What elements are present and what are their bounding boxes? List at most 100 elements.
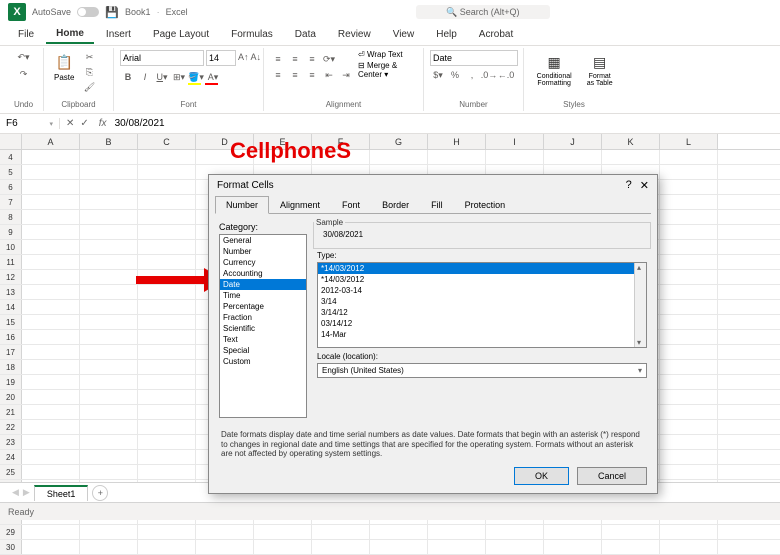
cell[interactable] bbox=[138, 450, 196, 464]
sheet-tab-sheet1[interactable]: Sheet1 bbox=[34, 485, 89, 501]
cell[interactable] bbox=[22, 180, 80, 194]
cell[interactable] bbox=[138, 180, 196, 194]
column-header[interactable]: B bbox=[80, 134, 138, 149]
dialog-tab-border[interactable]: Border bbox=[371, 196, 420, 213]
cell[interactable] bbox=[660, 330, 718, 344]
paste-button[interactable]: 📋 Paste bbox=[50, 50, 78, 84]
row-header[interactable]: 7 bbox=[0, 195, 22, 209]
wrap-text-button[interactable]: ⏎ Wrap Text bbox=[358, 50, 417, 59]
tab-acrobat[interactable]: Acrobat bbox=[469, 26, 523, 43]
cell[interactable] bbox=[22, 150, 80, 164]
cell[interactable] bbox=[138, 465, 196, 479]
cell[interactable] bbox=[22, 390, 80, 404]
save-icon[interactable]: 💾 bbox=[105, 5, 119, 19]
cell[interactable] bbox=[80, 195, 138, 209]
cell[interactable] bbox=[254, 540, 312, 554]
cell[interactable] bbox=[80, 435, 138, 449]
cell[interactable] bbox=[370, 150, 428, 164]
align-top-icon[interactable]: ≡ bbox=[270, 52, 286, 66]
type-item[interactable]: 14-Mar bbox=[318, 329, 646, 340]
cell[interactable] bbox=[22, 525, 80, 539]
row-header[interactable]: 5 bbox=[0, 165, 22, 179]
cell[interactable] bbox=[22, 165, 80, 179]
tab-file[interactable]: File bbox=[8, 26, 44, 43]
cell[interactable] bbox=[660, 540, 718, 554]
type-item[interactable]: 3/14/12 bbox=[318, 307, 646, 318]
font-size-select[interactable] bbox=[206, 50, 236, 66]
percent-icon[interactable]: % bbox=[447, 68, 463, 82]
border-icon[interactable]: ⊞▾ bbox=[171, 70, 187, 84]
sheet-nav-prev-icon[interactable]: ◀ bbox=[12, 487, 19, 498]
type-list[interactable]: *14/03/2012*14/03/20122012-03-143/143/14… bbox=[317, 262, 647, 348]
format-table-button[interactable]: ▤ Format as Table bbox=[581, 50, 618, 89]
tab-view[interactable]: View bbox=[383, 26, 425, 43]
column-header[interactable]: C bbox=[138, 134, 196, 149]
row-header[interactable]: 16 bbox=[0, 330, 22, 344]
cell[interactable] bbox=[22, 345, 80, 359]
autosave-toggle[interactable] bbox=[77, 7, 99, 17]
cell[interactable] bbox=[80, 420, 138, 434]
row-header[interactable]: 22 bbox=[0, 420, 22, 434]
row-header[interactable]: 11 bbox=[0, 255, 22, 269]
row-header[interactable]: 18 bbox=[0, 360, 22, 374]
ok-button[interactable]: OK bbox=[514, 467, 569, 485]
cell[interactable] bbox=[80, 255, 138, 269]
cell[interactable] bbox=[660, 390, 718, 404]
cell[interactable] bbox=[138, 435, 196, 449]
cell[interactable] bbox=[660, 225, 718, 239]
cell[interactable] bbox=[22, 300, 80, 314]
row-header[interactable]: 20 bbox=[0, 390, 22, 404]
align-middle-icon[interactable]: ≡ bbox=[287, 52, 303, 66]
cell[interactable] bbox=[660, 375, 718, 389]
cell[interactable] bbox=[660, 180, 718, 194]
sheet-nav-next-icon[interactable]: ▶ bbox=[23, 487, 30, 498]
row-header[interactable]: 15 bbox=[0, 315, 22, 329]
cell[interactable] bbox=[138, 375, 196, 389]
column-header[interactable]: H bbox=[428, 134, 486, 149]
row-header[interactable]: 25 bbox=[0, 465, 22, 479]
cell[interactable] bbox=[22, 240, 80, 254]
decrease-decimal-icon[interactable]: ←.0 bbox=[498, 68, 514, 82]
align-center-icon[interactable]: ≡ bbox=[287, 68, 303, 82]
merge-center-button[interactable]: ⊟ Merge & Center ▾ bbox=[358, 61, 417, 79]
cell[interactable] bbox=[660, 270, 718, 284]
cell[interactable] bbox=[660, 525, 718, 539]
row-header[interactable]: 4 bbox=[0, 150, 22, 164]
cell[interactable] bbox=[660, 240, 718, 254]
cell[interactable] bbox=[80, 540, 138, 554]
cell[interactable] bbox=[22, 420, 80, 434]
currency-icon[interactable]: $▾ bbox=[430, 68, 446, 82]
cell[interactable] bbox=[80, 240, 138, 254]
category-item[interactable]: Fraction bbox=[220, 312, 306, 323]
italic-icon[interactable]: I bbox=[137, 70, 153, 84]
type-item[interactable]: *14/03/2012 bbox=[318, 263, 646, 274]
cell[interactable] bbox=[660, 435, 718, 449]
dialog-tab-protection[interactable]: Protection bbox=[454, 196, 517, 213]
category-list[interactable]: GeneralNumberCurrencyAccountingDateTimeP… bbox=[219, 234, 307, 418]
cell[interactable] bbox=[80, 150, 138, 164]
tab-page-layout[interactable]: Page Layout bbox=[143, 26, 219, 43]
column-header[interactable]: L bbox=[660, 134, 718, 149]
cell[interactable] bbox=[138, 315, 196, 329]
column-header[interactable]: A bbox=[22, 134, 80, 149]
tab-review[interactable]: Review bbox=[328, 26, 381, 43]
cell[interactable] bbox=[80, 165, 138, 179]
cell[interactable] bbox=[138, 525, 196, 539]
type-item[interactable]: *14/03/2012 bbox=[318, 274, 646, 285]
conditional-formatting-button[interactable]: ▦ Conditional Formatting bbox=[530, 50, 578, 89]
cell[interactable] bbox=[80, 285, 138, 299]
indent-increase-icon[interactable]: ⇥ bbox=[338, 68, 354, 82]
increase-decimal-icon[interactable]: .0→ bbox=[481, 68, 497, 82]
cell[interactable] bbox=[138, 150, 196, 164]
cell[interactable] bbox=[138, 540, 196, 554]
cell[interactable] bbox=[80, 405, 138, 419]
row-header[interactable]: 8 bbox=[0, 210, 22, 224]
cell[interactable] bbox=[80, 345, 138, 359]
dialog-close-icon[interactable]: ✕ bbox=[640, 179, 649, 192]
type-item[interactable]: 2012-03-14 bbox=[318, 285, 646, 296]
tab-help[interactable]: Help bbox=[426, 26, 467, 43]
row-header[interactable]: 23 bbox=[0, 435, 22, 449]
cell[interactable] bbox=[660, 195, 718, 209]
row-header[interactable]: 21 bbox=[0, 405, 22, 419]
row-header[interactable]: 30 bbox=[0, 540, 22, 554]
